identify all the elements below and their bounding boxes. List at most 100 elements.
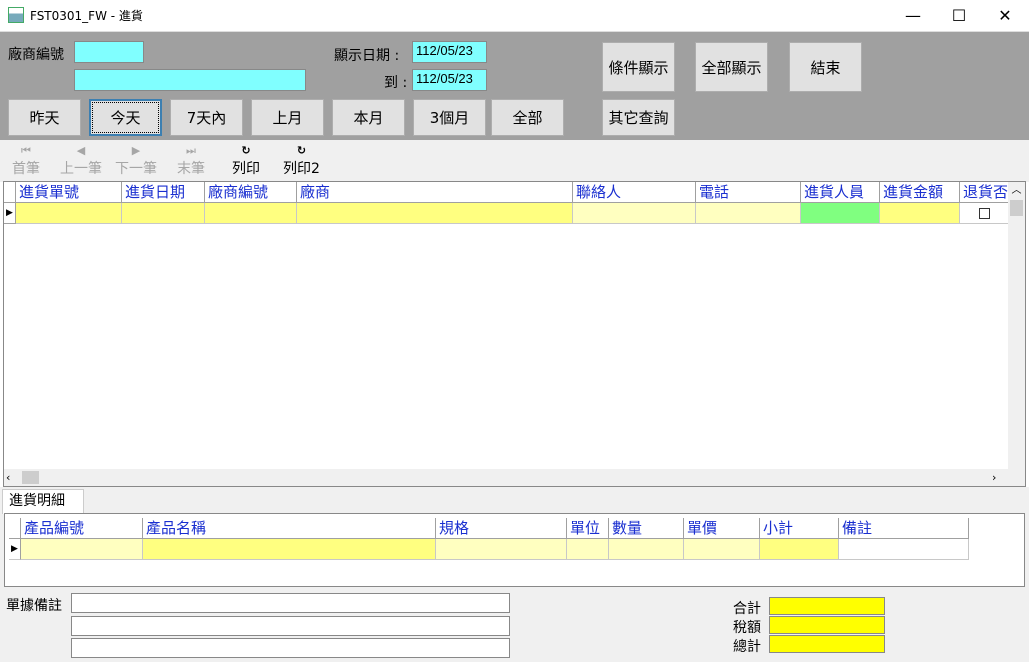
row-header-corner bbox=[4, 182, 16, 203]
table-cell[interactable] bbox=[16, 203, 122, 224]
table-cell[interactable] bbox=[122, 203, 205, 224]
column-header[interactable]: 電話 bbox=[696, 182, 801, 203]
range-3months-button[interactable]: 3個月 bbox=[413, 99, 486, 136]
next-record-button[interactable]: ▶ 下一筆 bbox=[115, 144, 157, 180]
remark-field-3[interactable] bbox=[71, 638, 510, 658]
column-header[interactable]: 廠商 bbox=[297, 182, 573, 203]
vendor-name-input[interactable] bbox=[74, 69, 306, 91]
print2-button[interactable]: ↻ 列印2 bbox=[283, 144, 320, 180]
detail-column-header[interactable]: 單位 bbox=[567, 518, 609, 539]
horizontal-scrollbar[interactable]: ‹ › bbox=[4, 469, 1025, 486]
table-cell[interactable] bbox=[696, 203, 801, 224]
date-from-input[interactable]: 112/05/23 bbox=[412, 41, 487, 63]
prev-record-icon: ◀ bbox=[76, 144, 86, 157]
print-button[interactable]: ↻ 列印 bbox=[232, 144, 260, 180]
detail-panel: 產品編號 產品名稱 規格 單位 數量 單價 小計 備註 ▶ bbox=[4, 513, 1025, 587]
subtotal-field bbox=[769, 597, 885, 615]
prev-record-label: 上一筆 bbox=[60, 161, 102, 177]
tax-label: 稅額 bbox=[733, 620, 761, 636]
maximize-button[interactable]: ☐ bbox=[936, 0, 982, 31]
first-record-button[interactable]: ⏮ 首筆 bbox=[12, 144, 40, 180]
total-label: 總計 bbox=[733, 639, 761, 655]
prev-record-button[interactable]: ◀ 上一筆 bbox=[60, 144, 102, 180]
close-button[interactable]: ✕ bbox=[982, 0, 1028, 31]
vendor-code-input[interactable] bbox=[74, 41, 144, 63]
print-label: 列印 bbox=[232, 161, 260, 177]
table-cell[interactable] bbox=[609, 539, 684, 560]
condition-show-button[interactable]: 條件顯示 bbox=[602, 42, 675, 92]
scroll-right-icon[interactable]: › bbox=[992, 469, 1005, 486]
refresh-icon: ↻ bbox=[241, 144, 251, 157]
range-7days-button[interactable]: 7天內 bbox=[170, 99, 243, 136]
range-yesterday-button[interactable]: 昨天 bbox=[8, 99, 81, 136]
refresh-icon: ↻ bbox=[296, 144, 307, 157]
subtotal-label: 合計 bbox=[733, 601, 761, 617]
scroll-thumb[interactable] bbox=[22, 471, 39, 484]
detail-column-header[interactable]: 備註 bbox=[839, 518, 969, 539]
minimize-button[interactable]: — bbox=[890, 0, 936, 31]
detail-column-header[interactable]: 產品編號 bbox=[21, 518, 143, 539]
print2-label: 列印2 bbox=[283, 161, 320, 177]
column-header[interactable]: 聯絡人 bbox=[573, 182, 696, 203]
detail-column-header[interactable]: 規格 bbox=[436, 518, 567, 539]
scroll-thumb[interactable] bbox=[1010, 200, 1023, 216]
table-cell[interactable] bbox=[436, 539, 567, 560]
column-header[interactable]: 進貨單號 bbox=[16, 182, 122, 203]
detail-column-header[interactable]: 小計 bbox=[760, 518, 839, 539]
first-record-label: 首筆 bbox=[12, 161, 40, 177]
next-record-icon: ▶ bbox=[131, 144, 141, 157]
vertical-scrollbar[interactable]: ︿ bbox=[1008, 182, 1025, 470]
remark-field-2[interactable] bbox=[71, 616, 510, 636]
show-all-button[interactable]: 全部顯示 bbox=[695, 42, 768, 92]
column-header[interactable]: 廠商編號 bbox=[205, 182, 297, 203]
date-to-input[interactable]: 112/05/23 bbox=[412, 69, 487, 91]
last-record-icon: ⏭ bbox=[186, 144, 196, 157]
current-row-indicator: ▶ bbox=[9, 539, 21, 560]
table-cell[interactable] bbox=[573, 203, 696, 224]
range-today-button[interactable]: 今天 bbox=[89, 99, 162, 136]
last-record-label: 末筆 bbox=[177, 161, 205, 177]
table-cell[interactable] bbox=[760, 539, 839, 560]
table-cell[interactable] bbox=[205, 203, 297, 224]
detail-column-header[interactable]: 數量 bbox=[609, 518, 684, 539]
title-bar: FST0301_FW - 進貨 — ☐ ✕ bbox=[0, 0, 1029, 32]
vendor-code-label: 廠商編號 bbox=[8, 47, 64, 63]
exit-button[interactable]: 結束 bbox=[789, 42, 862, 92]
total-field bbox=[769, 635, 885, 653]
table-cell[interactable] bbox=[143, 539, 436, 560]
detail-grid[interactable]: 產品編號 產品名稱 規格 單位 數量 單價 小計 備註 ▶ bbox=[9, 518, 969, 560]
tab-purchase-detail[interactable]: 進貨明細 bbox=[2, 489, 84, 514]
table-cell[interactable] bbox=[880, 203, 960, 224]
window-title: FST0301_FW - 進貨 bbox=[30, 9, 143, 23]
first-record-icon: ⏮ bbox=[21, 144, 31, 157]
filter-panel: 廠商編號 顯示日期 : 112/05/23 到 : 112/05/23 條件顯示… bbox=[0, 32, 1029, 140]
table-cell[interactable] bbox=[839, 539, 969, 560]
next-record-label: 下一筆 bbox=[115, 161, 157, 177]
detail-column-header[interactable]: 產品名稱 bbox=[143, 518, 436, 539]
column-header[interactable]: 進貨日期 bbox=[122, 182, 205, 203]
date-to-label: 到 : bbox=[384, 75, 408, 91]
remark-label: 單據備註 bbox=[6, 598, 62, 614]
other-query-button[interactable]: 其它查詢 bbox=[602, 99, 675, 136]
last-record-button[interactable]: ⏭ 末筆 bbox=[177, 144, 205, 180]
return-checkbox[interactable] bbox=[979, 207, 990, 219]
date-label: 顯示日期 : bbox=[334, 48, 400, 64]
range-this-month-button[interactable]: 本月 bbox=[332, 99, 405, 136]
row-header-corner bbox=[9, 518, 21, 539]
detail-column-header[interactable]: 單價 bbox=[684, 518, 760, 539]
range-last-month-button[interactable]: 上月 bbox=[251, 99, 324, 136]
remark-field-1[interactable] bbox=[71, 593, 510, 613]
table-cell[interactable] bbox=[684, 539, 760, 560]
table-cell[interactable] bbox=[297, 203, 573, 224]
scroll-left-icon[interactable]: ‹ bbox=[6, 469, 19, 486]
column-header[interactable]: 進貨金額 bbox=[880, 182, 960, 203]
purchase-grid[interactable]: 進貨單號 進貨日期 廠商編號 廠商 聯絡人 電話 進貨人員 進貨金額 退貨否 ▶… bbox=[3, 181, 1026, 487]
range-all-button[interactable]: 全部 bbox=[491, 99, 564, 136]
scroll-up-icon[interactable]: ︿ bbox=[1008, 182, 1025, 199]
table-cell[interactable] bbox=[21, 539, 143, 560]
column-header[interactable]: 進貨人員 bbox=[801, 182, 880, 203]
return-checkbox-cell[interactable] bbox=[960, 203, 1010, 224]
column-header[interactable]: 退貨否 bbox=[960, 182, 1010, 203]
table-cell[interactable] bbox=[567, 539, 609, 560]
table-cell[interactable] bbox=[801, 203, 880, 224]
